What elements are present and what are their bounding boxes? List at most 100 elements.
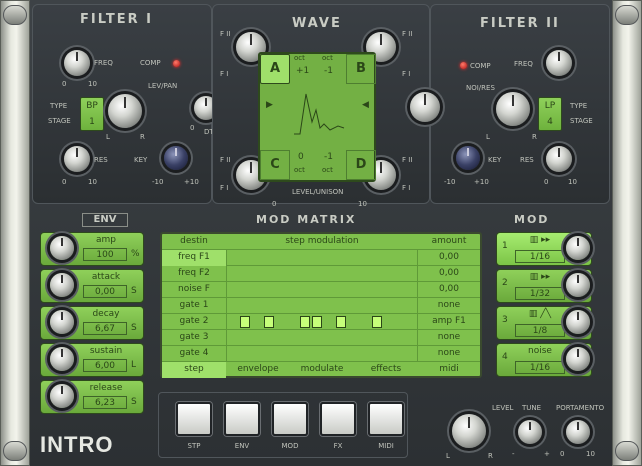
mod-matrix[interactable]: destin step modulation amount freq F1 0,0… — [160, 232, 482, 378]
wave-a-select[interactable]: A — [260, 54, 290, 84]
step-cell[interactable] — [396, 348, 406, 360]
step-cell[interactable] — [348, 300, 358, 312]
step-cell-on[interactable] — [372, 316, 382, 328]
stp-button[interactable] — [176, 402, 212, 436]
step-cell[interactable] — [252, 268, 262, 280]
step-cell[interactable] — [372, 284, 382, 296]
step-cell[interactable] — [312, 284, 322, 296]
tune-knob[interactable] — [518, 420, 542, 444]
step-cell[interactable] — [324, 252, 334, 264]
step-cell[interactable] — [396, 300, 406, 312]
step-cell[interactable] — [360, 348, 370, 360]
step-cell[interactable] — [384, 332, 394, 344]
step-cell[interactable] — [312, 252, 322, 264]
step-cell[interactable] — [324, 332, 334, 344]
step-cell-on[interactable] — [300, 316, 310, 328]
filter1-levpan-knob[interactable] — [108, 94, 142, 128]
step-cell[interactable] — [348, 284, 358, 296]
filter2-comp-led[interactable] — [460, 62, 467, 69]
step-cell[interactable] — [228, 268, 238, 280]
footer-effects[interactable]: effects — [354, 362, 418, 378]
step-cell[interactable] — [228, 284, 238, 296]
step-cell[interactable] — [336, 252, 346, 264]
step-cell[interactable] — [228, 316, 238, 328]
filter2-res-knob[interactable] — [546, 146, 572, 172]
step-cell[interactable] — [300, 252, 310, 264]
step-cell[interactable] — [264, 252, 274, 264]
step-cell[interactable] — [252, 348, 262, 360]
step-cell[interactable] — [336, 284, 346, 296]
env-amp-knob[interactable] — [50, 236, 74, 260]
matrix-row[interactable]: gate 4 none — [162, 346, 480, 362]
step-cell[interactable] — [396, 252, 406, 264]
step-cell[interactable] — [276, 284, 286, 296]
step-cell[interactable] — [288, 252, 298, 264]
matrix-row[interactable]: noise F 0,00 — [162, 282, 480, 298]
step-cell[interactable] — [276, 252, 286, 264]
step-cell[interactable] — [240, 348, 250, 360]
matrix-row[interactable]: freq F1 0,00 — [162, 250, 480, 266]
step-cell[interactable] — [408, 284, 418, 296]
step-cell[interactable] — [372, 268, 382, 280]
filter1-key-knob[interactable] — [164, 146, 188, 170]
env-decay-knob[interactable] — [50, 310, 74, 334]
wave-display[interactable]: A B C D oct oct +1 -1 0 -1 oct oct ▶ ◀ — [258, 52, 376, 182]
step-cell[interactable] — [384, 284, 394, 296]
midi-button[interactable] — [368, 402, 404, 436]
step-cell[interactable] — [348, 316, 358, 328]
step-cell[interactable] — [336, 268, 346, 280]
step-cell-on[interactable] — [336, 316, 346, 328]
step-cell[interactable] — [288, 332, 298, 344]
mod-button[interactable] — [272, 402, 308, 436]
step-cell[interactable] — [300, 332, 310, 344]
step-cell[interactable] — [408, 252, 418, 264]
wave-c-select[interactable]: C — [260, 150, 290, 180]
step-cell[interactable] — [324, 300, 334, 312]
filter1-freq-knob[interactable] — [64, 50, 90, 76]
filter2-freq-knob[interactable] — [546, 50, 572, 76]
step-cell[interactable] — [408, 268, 418, 280]
step-cell[interactable] — [252, 316, 262, 328]
step-cell[interactable] — [264, 348, 274, 360]
env-attack-knob[interactable] — [50, 273, 74, 297]
step-cell[interactable] — [360, 252, 370, 264]
filter2-levpan-knob[interactable] — [496, 92, 530, 126]
filter1-comp-led[interactable] — [173, 60, 180, 67]
footer-step[interactable]: step — [162, 362, 226, 378]
step-cell[interactable] — [288, 300, 298, 312]
step-cell[interactable] — [264, 284, 274, 296]
footer-envelope[interactable]: envelope — [226, 362, 290, 378]
step-cell-on[interactable] — [240, 316, 250, 328]
step-cell[interactable] — [288, 316, 298, 328]
step-cell[interactable] — [276, 316, 286, 328]
step-cell[interactable] — [360, 316, 370, 328]
arrow-left-icon[interactable]: ◀ — [362, 100, 369, 110]
step-cell[interactable] — [228, 300, 238, 312]
step-cell[interactable] — [396, 268, 406, 280]
step-cell[interactable] — [408, 300, 418, 312]
mod-slot-1-knob[interactable] — [566, 236, 590, 260]
step-cell[interactable] — [348, 252, 358, 264]
step-cell[interactable] — [396, 284, 406, 296]
step-cell[interactable] — [240, 284, 250, 296]
step-cell[interactable] — [324, 284, 334, 296]
step-cell[interactable] — [396, 332, 406, 344]
env-button[interactable] — [224, 402, 260, 436]
env-sustain-knob[interactable] — [50, 347, 74, 371]
step-cell[interactable] — [396, 316, 406, 328]
step-cell[interactable] — [288, 284, 298, 296]
step-cell[interactable] — [276, 348, 286, 360]
filter2-type-display[interactable]: LP 4 — [538, 97, 562, 131]
step-cell[interactable] — [348, 268, 358, 280]
mod-slot-4-knob[interactable] — [566, 347, 590, 371]
footer-modulate[interactable]: modulate — [290, 362, 354, 378]
step-grid[interactable] — [226, 346, 418, 362]
wave-d-select[interactable]: D — [346, 150, 376, 180]
step-cell[interactable] — [360, 300, 370, 312]
step-cell[interactable] — [372, 332, 382, 344]
step-cell[interactable] — [324, 268, 334, 280]
step-cell[interactable] — [348, 332, 358, 344]
step-cell[interactable] — [312, 300, 322, 312]
step-cell[interactable] — [276, 268, 286, 280]
step-cell[interactable] — [372, 300, 382, 312]
